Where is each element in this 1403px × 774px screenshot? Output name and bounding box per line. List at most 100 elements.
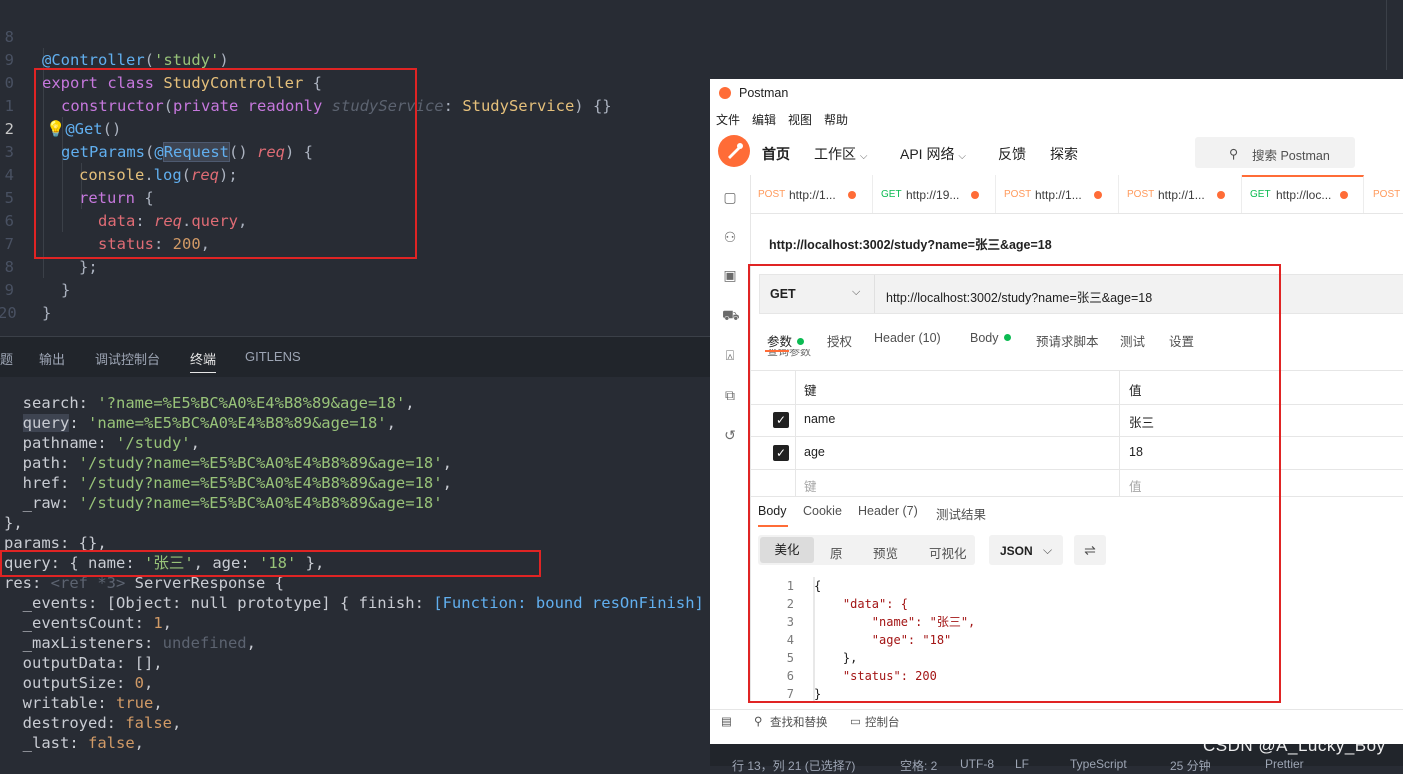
postman-header: 首页 工作区 ⌵ API 网络 ⌵ 反馈 探索 ⚲ 搜索 Postman xyxy=(710,129,1403,175)
terminal-output[interactable]: search: '?name=%E5%BC%A0%E4%B8%89&age=18… xyxy=(0,377,732,766)
code-line: 4 return { xyxy=(0,141,154,207)
terminal-line: pathname: '/study', xyxy=(4,434,200,452)
terminal-line: outputSize: 0, xyxy=(4,674,154,692)
code-line: 0 constructor(private readonly studyServ… xyxy=(0,49,612,115)
request-tab[interactable]: POST xyxy=(1365,175,1403,213)
search-icon: ⚲ xyxy=(1229,147,1239,161)
terminal-line: writable: true, xyxy=(4,694,163,712)
request-tabs: POST http://1... GET http://19... POST h… xyxy=(750,175,1403,214)
request-tab[interactable]: POST http://1... xyxy=(1119,175,1242,213)
method-badge: POST xyxy=(1373,189,1401,200)
terminal-line: query: 'name=%E5%BC%A0%E4%B8%89&age=18', xyxy=(22,414,396,432)
tab-url: http://1... xyxy=(1158,188,1205,202)
code-line: 8 } xyxy=(0,233,71,299)
nav-workspace[interactable]: 工作区 ⌵ xyxy=(814,144,867,164)
code-line: 2 getParams(@Request() req) { xyxy=(0,95,313,162)
nav-api-network-label: API 网络 xyxy=(900,146,955,162)
tab-url: http://1... xyxy=(789,188,836,202)
tab-problems[interactable]: 题 xyxy=(0,349,13,368)
eol[interactable]: LF xyxy=(1015,757,1029,771)
terminal-line: }, xyxy=(4,514,23,532)
method-badge: GET xyxy=(881,189,902,200)
postman-footer: ▤ ⚲ 查找和替换 ▭ 控制台 xyxy=(710,709,1403,732)
code-line: 6 status: 200, xyxy=(0,187,210,253)
tab-url: http://loc... xyxy=(1276,188,1332,202)
code-line: 8 @Controller('study') xyxy=(0,3,229,69)
terminal-line: path: '/study?name=%E5%BC%A0%E4%B8%89&ag… xyxy=(4,454,452,472)
find-replace-button[interactable]: 查找和替换 xyxy=(770,714,828,730)
request-tab[interactable]: GET http://19... xyxy=(873,175,996,213)
code-line: 9 } xyxy=(0,256,52,322)
app-title: Postman xyxy=(739,86,789,100)
tab-gitlens[interactable]: GITLENS xyxy=(245,349,301,364)
search-box[interactable]: ⚲ 搜索 Postman xyxy=(1195,137,1355,168)
tab-output[interactable]: 输出 xyxy=(39,349,65,368)
terminal-line: search: '?name=%E5%BC%A0%E4%B8%89&age=18… xyxy=(4,394,415,412)
nav-workspace-label: 工作区 xyxy=(814,146,856,162)
nav-feedback[interactable]: 反馈 xyxy=(998,144,1026,164)
postman-window: Postman 文件 编辑 视图 帮助 首页 工作区 ⌵ API 网络 ⌵ 反馈… xyxy=(710,79,1403,744)
request-tab[interactable]: POST http://1... xyxy=(750,175,873,213)
tab-debug-console[interactable]: 调试控制台 xyxy=(95,349,160,368)
flows-icon[interactable]: ⧉ xyxy=(722,387,738,403)
code-line: 1 💡@Get() xyxy=(0,72,122,138)
code-line: 5 data: req.query, xyxy=(0,164,248,230)
nav-home[interactable]: 首页 xyxy=(762,144,790,164)
minimap-divider xyxy=(1386,0,1387,70)
nav-api-network[interactable]: API 网络 ⌵ xyxy=(900,144,966,164)
code-line: 20 xyxy=(0,279,37,322)
postman-home-logo-icon[interactable] xyxy=(718,135,750,167)
request-title[interactable]: http://localhost:3002/study?name=张三&age=… xyxy=(769,234,1052,253)
annotation-box-code xyxy=(34,68,417,259)
terminal-line: href: '/study?name=%E5%BC%A0%E4%B8%89&ag… xyxy=(4,474,452,492)
request-tab-active[interactable]: GET http://loc... xyxy=(1242,175,1364,213)
environments-icon[interactable]: ▣ xyxy=(722,267,738,283)
annotation-box-query xyxy=(0,550,541,577)
terminal-line: _last: false, xyxy=(4,734,145,752)
unsaved-dot xyxy=(971,191,979,199)
menu-help[interactable]: 帮助 xyxy=(824,111,848,128)
terminal-line: _maxListeners: undefined, xyxy=(4,634,256,652)
mock-servers-icon[interactable]: ⛟ xyxy=(722,307,740,323)
terminal-line: outputData: [], xyxy=(4,654,163,672)
code-line: 9 export class StudyController { xyxy=(0,26,322,92)
method-badge: POST xyxy=(1127,189,1155,200)
language-mode[interactable]: TypeScript xyxy=(1070,757,1127,771)
menu-view[interactable]: 视图 xyxy=(788,111,812,128)
unsaved-dot xyxy=(848,191,856,199)
unsaved-dot xyxy=(1340,191,1348,199)
watermark: CSDN @A_Lucky_Boy xyxy=(1203,736,1386,755)
unsaved-dot xyxy=(1094,191,1102,199)
postman-sidebar: ▢ ⚇ ▣ ⛟ ⍓ ⧉ ↺ xyxy=(710,175,751,703)
code-line: 3 console.log(req); xyxy=(0,118,238,184)
console-icon: ▭ xyxy=(850,716,861,728)
nav-explore[interactable]: 探索 xyxy=(1050,144,1078,164)
method-badge: POST xyxy=(1004,189,1032,200)
terminal-line: _events: [Object: null prototype] { fini… xyxy=(4,594,732,612)
panel-tab-bar: 题 输出 调试控制台 终端 GITLENS xyxy=(0,336,710,377)
search-icon: ⚲ xyxy=(754,716,763,728)
encoding[interactable]: UTF-8 xyxy=(960,757,994,771)
sidebar-toggle-icon[interactable]: ▤ xyxy=(721,714,732,728)
method-badge: POST xyxy=(758,189,786,200)
method-badge: GET xyxy=(1250,189,1271,200)
tab-url: http://1... xyxy=(1035,188,1082,202)
console-button[interactable]: 控制台 xyxy=(865,714,900,730)
annotation-box-postman xyxy=(748,264,1281,703)
apis-icon[interactable]: ⚇ xyxy=(722,229,738,245)
monitors-icon[interactable]: ⍓ xyxy=(722,347,738,363)
prettier-status[interactable]: Prettier xyxy=(1265,757,1304,771)
tab-terminal[interactable]: 终端 xyxy=(190,349,217,373)
terminal-line: destroyed: false, xyxy=(4,714,182,732)
terminal-line: _eventsCount: 1, xyxy=(4,614,172,632)
collections-icon[interactable]: ▢ xyxy=(722,189,738,205)
menu-file[interactable]: 文件 xyxy=(716,111,740,128)
chevron-down-icon: ⌵ xyxy=(859,151,868,162)
code-line: 7 }; xyxy=(0,210,98,276)
request-tab[interactable]: POST http://1... xyxy=(996,175,1119,213)
tab-url: http://19... xyxy=(906,188,960,202)
history-icon[interactable]: ↺ xyxy=(722,427,738,443)
menu-bar: 文件 编辑 视图 帮助 xyxy=(710,107,1403,129)
terminal-line: _raw: '/study?name=%E5%BC%A0%E4%B8%89&ag… xyxy=(4,494,443,512)
menu-edit[interactable]: 编辑 xyxy=(752,111,776,128)
